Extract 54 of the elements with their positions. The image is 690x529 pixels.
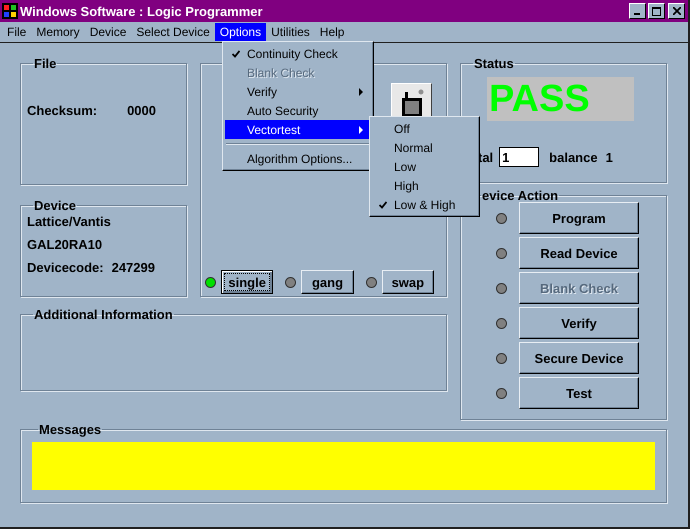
menu-item[interactable]: Vectortest — [225, 120, 371, 139]
menu-item[interactable]: Low & High — [372, 195, 477, 214]
devicecode-value: 247299 — [112, 260, 155, 275]
panel-title: Device — [33, 199, 77, 212]
panel-title: evice Action — [481, 189, 560, 202]
indicator-light — [496, 388, 507, 398]
menu-item[interactable]: Normal — [372, 138, 477, 157]
menu-item[interactable]: Help — [314, 23, 350, 41]
menu-item[interactable]: Algorithm Options... — [225, 149, 371, 168]
menu-item[interactable]: Auto Security — [225, 101, 371, 120]
menu-item[interactable]: Continuity Check — [225, 44, 371, 63]
panel-title: Status — [473, 57, 515, 70]
action-button[interactable]: Verify — [519, 307, 639, 339]
total-field[interactable]: 1 — [499, 147, 540, 167]
action-button[interactable]: Test — [519, 377, 639, 409]
menu-item[interactable]: Device — [84, 23, 132, 41]
menu-item[interactable]: Low — [372, 157, 477, 176]
checksum-value: 0000 — [127, 103, 156, 118]
close-icon — [672, 7, 680, 15]
indicator-light — [496, 212, 507, 224]
mode-button[interactable]: swap — [382, 270, 434, 294]
action-button[interactable]: Secure Device — [519, 342, 639, 374]
menu-item[interactable]: Off — [372, 119, 477, 138]
close-button[interactable] — [668, 3, 685, 19]
part-text: GAL20RA10 — [27, 237, 104, 252]
action-button[interactable]: Program — [519, 202, 639, 234]
maximize-button[interactable] — [648, 3, 665, 19]
window-title: Windows Software : Logic Programmer — [20, 4, 263, 18]
indicator-light — [496, 318, 507, 328]
mode-button[interactable]: gang — [301, 270, 354, 294]
balance-value: 1 — [606, 150, 613, 164]
balance-label: balance — [549, 150, 598, 164]
menu-item[interactable]: Verify — [225, 82, 371, 101]
maximize-icon — [652, 6, 661, 16]
menu-item[interactable]: Memory — [31, 23, 85, 41]
indicator-light — [496, 248, 507, 258]
checksum-label: Checksum: — [27, 103, 98, 118]
menu-item[interactable]: Select Device — [131, 23, 215, 41]
indicator-light — [496, 352, 507, 364]
mode-button[interactable]: single — [221, 270, 274, 294]
result-display: PASS — [487, 77, 634, 121]
menu-item[interactable]: Utilities — [266, 23, 315, 41]
panel-title: File — [33, 57, 58, 70]
devicecode-label: Devicecode: — [27, 260, 104, 275]
panel-title: Additional Information — [33, 308, 174, 321]
manufacturer-text: Lattice/Vantis — [27, 214, 112, 229]
minimize-button[interactable] — [629, 3, 646, 19]
menu-item[interactable]: File — [2, 23, 32, 41]
windows-logo-icon — [2, 3, 18, 19]
indicator-light — [496, 282, 507, 294]
action-button[interactable]: Read Device — [519, 237, 639, 269]
menu-item[interactable]: High — [372, 176, 477, 195]
menu-item[interactable]: Options — [214, 23, 266, 41]
panel-title: Messages — [38, 423, 102, 436]
